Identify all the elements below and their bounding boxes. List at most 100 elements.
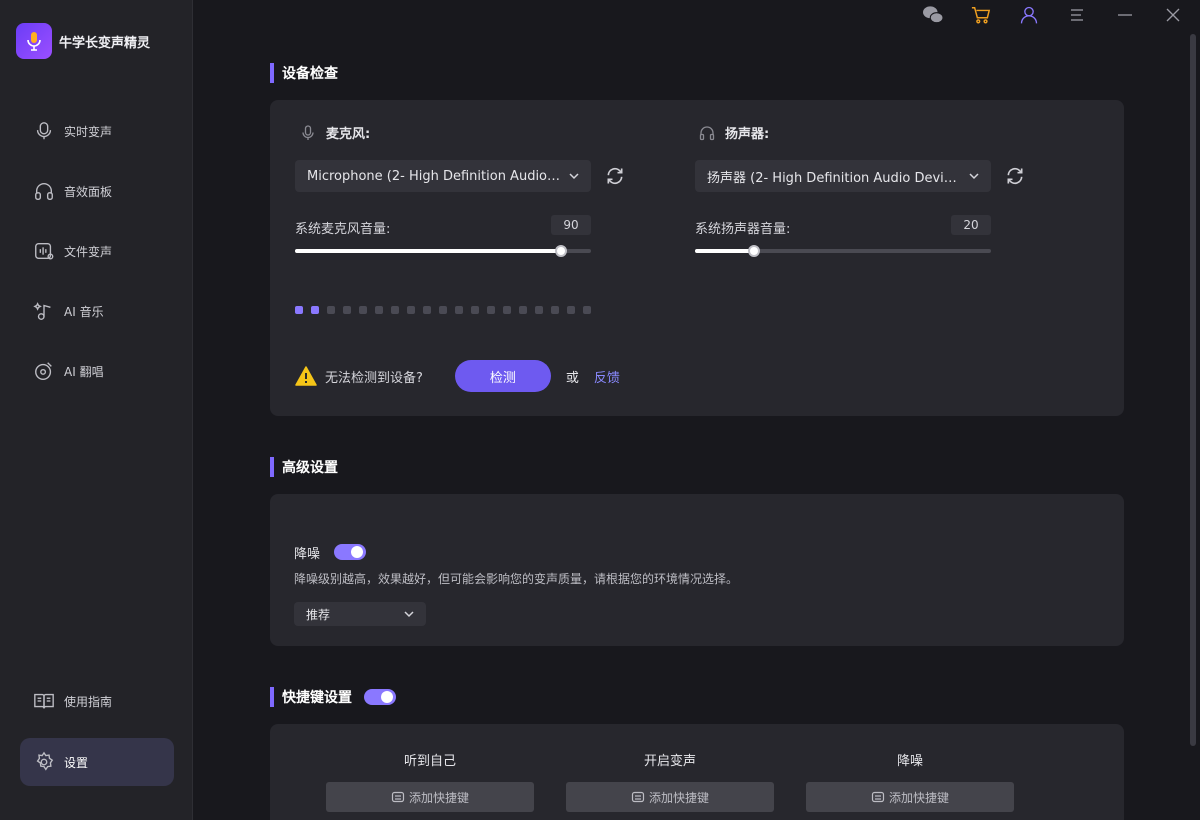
sidebar-item-settings[interactable]: 设置 (20, 738, 174, 786)
sidebar-item-label: AI 音乐 (64, 304, 104, 319)
noise-level-select[interactable]: 推荐 (294, 602, 426, 626)
cart-icon (970, 5, 992, 29)
meter-segment (567, 306, 575, 314)
hotkey-add-label: 添加快捷键 (888, 790, 949, 805)
speaker-device-select[interactable]: 扬声器 (2- High Definition Audio Device) (695, 160, 991, 192)
sidebar-item-file-voice[interactable]: 文件变声 (20, 227, 174, 275)
wechat-button[interactable] (921, 5, 945, 29)
book-icon (32, 689, 56, 713)
chevron-down-icon (404, 611, 414, 618)
hotkeys-toggle[interactable] (364, 689, 396, 705)
headset-icon (699, 125, 715, 141)
meter-segment (295, 306, 303, 314)
keyboard-icon (631, 791, 645, 803)
close-button[interactable] (1161, 5, 1185, 29)
wechat-icon (922, 5, 944, 29)
mic-device-select[interactable]: Microphone (2- High Definition Audio Dev… (295, 160, 591, 192)
meter-segment (519, 306, 527, 314)
meter-segment (503, 306, 511, 314)
device-help-row: 无法检测到设备? 检测 或 反馈 (295, 360, 620, 392)
user-icon (1019, 5, 1039, 29)
app-logo: 牛学长变声精灵 (16, 23, 150, 59)
speaker-device-value: 扬声器 (2- High Definition Audio Device) (707, 170, 961, 186)
mic-device-value: Microphone (2- High Definition Audio Dev… (307, 168, 561, 184)
mic-volume-value: 90 (551, 215, 591, 235)
meter-segment (343, 306, 351, 314)
noise-toggle[interactable] (334, 544, 366, 560)
noise-label: 降噪 (294, 547, 321, 562)
or-text: 或 (565, 370, 579, 386)
hotkey-add-noise-button[interactable]: 添加快捷键 (806, 782, 1014, 812)
sidebar-item-label: 使用指南 (64, 694, 113, 709)
meter-segment (535, 306, 543, 314)
meter-segment (471, 306, 479, 314)
toggle-knob (381, 691, 393, 703)
meter-segment (311, 306, 319, 314)
hotkey-label-noise: 降噪 (896, 754, 923, 769)
app-name: 牛学长变声精灵 (59, 35, 151, 51)
mic-volume-slider[interactable] (295, 245, 591, 257)
sidebar-item-label: 设置 (64, 755, 89, 770)
sidebar-item-ai-music[interactable]: AI 音乐 (20, 287, 174, 335)
menu-button[interactable] (1065, 5, 1089, 29)
sidebar-item-label: 音效面板 (64, 184, 113, 199)
feedback-link[interactable]: 反馈 (594, 367, 620, 386)
scrollbar[interactable] (1190, 34, 1196, 746)
hotkey-label-voice-change: 开启变声 (643, 754, 696, 769)
warning-icon (295, 366, 317, 386)
sidebar-item-label: 文件变声 (64, 244, 113, 259)
minimize-button[interactable] (1113, 5, 1137, 29)
speaker-volume-fill (695, 249, 755, 253)
music-note-icon (32, 299, 56, 323)
meter-segment (439, 306, 447, 314)
sidebar-item-label: 实时变声 (64, 124, 113, 139)
sidebar-item-label: AI 翻唱 (64, 364, 104, 379)
keyboard-icon (871, 791, 885, 803)
mic-label: 麦克风: (300, 123, 370, 142)
meter-segment (391, 306, 399, 314)
hotkey-add-monitor-button[interactable]: 添加快捷键 (326, 782, 534, 812)
cart-button[interactable] (969, 5, 993, 29)
meter-segment (455, 306, 463, 314)
toggle-knob (351, 546, 363, 558)
speaker-label-text: 扬声器: (725, 127, 770, 142)
sidebar: 牛学长变声精灵 实时变声 音效面板 文件变声 AI 音乐 AI 翻唱 使用指南 … (0, 0, 193, 820)
minimize-icon (1117, 7, 1133, 27)
meter-segment (583, 306, 591, 314)
mic-level-meter (295, 306, 599, 314)
headphones-icon (32, 179, 56, 203)
mic-label-text: 麦克风: (326, 127, 371, 142)
meter-segment (423, 306, 431, 314)
gear-icon (32, 750, 56, 774)
noise-level-value: 推荐 (306, 607, 331, 622)
hotkey-add-label: 添加快捷键 (408, 790, 469, 805)
file-wave-icon (32, 239, 56, 263)
speaker-volume-slider[interactable] (695, 245, 991, 257)
speaker-label: 扬声器: (699, 123, 769, 142)
speaker-volume-label: 系统扬声器音量: (695, 222, 791, 237)
sidebar-item-realtime[interactable]: 实时变声 (20, 107, 174, 155)
sidebar-item-ai-cover[interactable]: AI 翻唱 (20, 347, 174, 395)
detect-button[interactable]: 检测 (454, 360, 551, 392)
hotkey-add-voice-change-button[interactable]: 添加快捷键 (566, 782, 774, 812)
speaker-volume-value: 20 (951, 215, 991, 235)
meter-segment (359, 306, 367, 314)
meter-segment (407, 306, 415, 314)
section-title-device-check: 设备检查 (270, 63, 338, 83)
hotkey-label-monitor: 听到自己 (403, 754, 456, 769)
sidebar-item-guide[interactable]: 使用指南 (20, 677, 174, 725)
meter-segment (327, 306, 335, 314)
mic-refresh-button[interactable] (604, 165, 626, 187)
account-button[interactable] (1017, 5, 1041, 29)
mic-volume-fill (295, 249, 562, 253)
sidebar-item-soundboard[interactable]: 音效面板 (20, 167, 174, 215)
menu-icon (1069, 7, 1085, 27)
refresh-icon (1007, 167, 1023, 185)
close-icon (1165, 7, 1181, 27)
mic-volume-label: 系统麦克风音量: (295, 222, 391, 237)
speaker-refresh-button[interactable] (1004, 165, 1026, 187)
vinyl-mic-icon (32, 359, 56, 383)
meter-segment (375, 306, 383, 314)
hotkey-add-label: 添加快捷键 (648, 790, 709, 805)
meter-segment (551, 306, 559, 314)
